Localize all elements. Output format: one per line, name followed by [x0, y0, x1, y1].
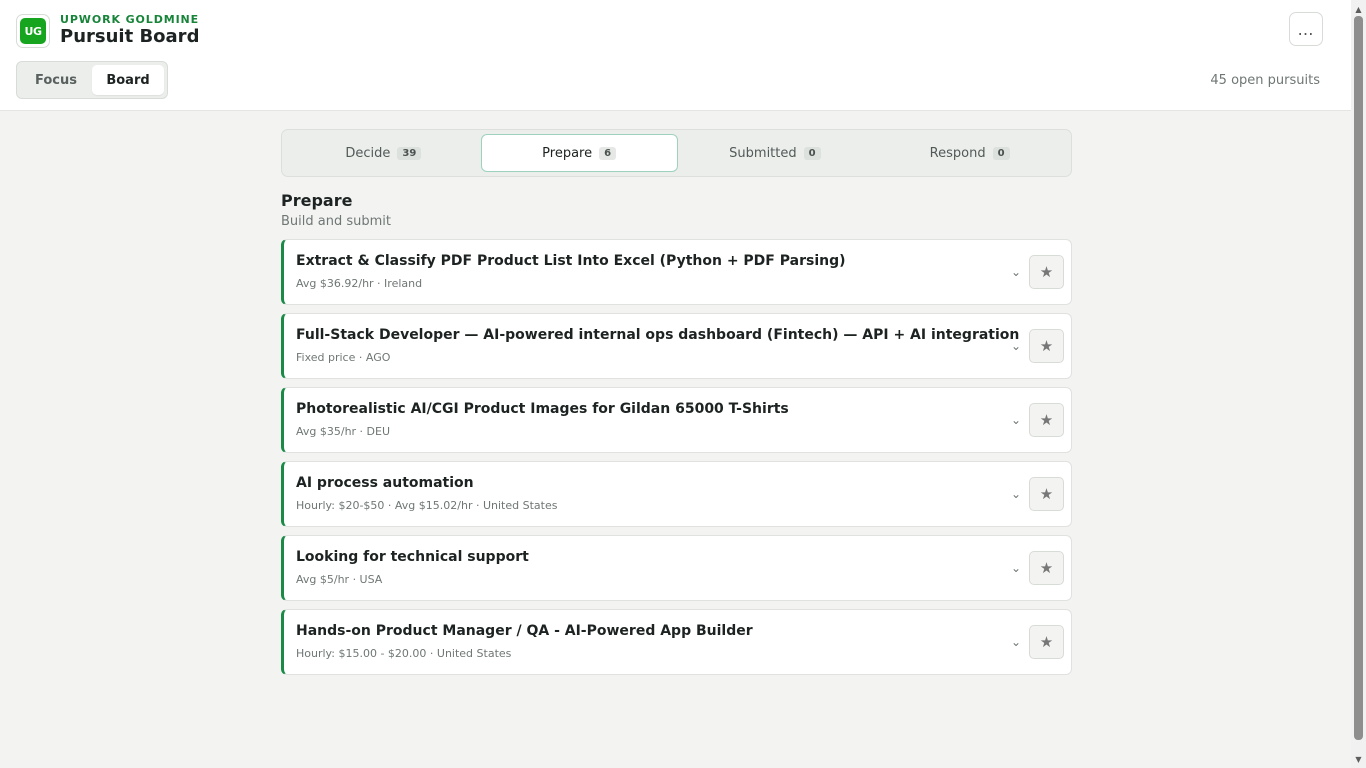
open-pursuits-count: 45 open pursuits — [1210, 73, 1320, 88]
pursuit-title: Full-Stack Developer — AI-powered intern… — [296, 327, 1020, 343]
star-icon: ★ — [1039, 485, 1054, 503]
pursuit-title: AI process automation — [296, 475, 474, 491]
tab-label: Respond — [929, 145, 986, 161]
more-icon: … — [1297, 19, 1315, 39]
logo-mark: UG — [20, 18, 46, 44]
app-header: UG UPWORK GOLDMINE Pursuit Board … Focus… — [0, 0, 1351, 111]
pursuit-card[interactable]: Looking for technical support Avg $5/hr … — [281, 535, 1072, 601]
chevron-down-icon[interactable]: ⌄ — [1010, 412, 1022, 428]
scroll-down-arrow-icon[interactable]: ▼ — [1351, 752, 1366, 766]
tab-decide[interactable]: Decide 39 — [286, 134, 481, 172]
more-options-button[interactable]: … — [1289, 12, 1323, 46]
view-toggle: Focus Board — [16, 61, 168, 99]
chevron-down-icon[interactable]: ⌄ — [1010, 486, 1022, 502]
pursuit-title: Looking for technical support — [296, 549, 529, 565]
tab-label: Decide — [345, 145, 391, 161]
pursuit-meta: Avg $5/hr · USA — [296, 573, 383, 586]
star-button[interactable]: ★ — [1029, 255, 1064, 289]
chevron-down-icon[interactable]: ⌄ — [1010, 338, 1022, 354]
tab-label: Submitted — [729, 145, 797, 161]
pursuit-meta: Avg $35/hr · DEU — [296, 425, 391, 438]
star-icon: ★ — [1039, 411, 1054, 429]
page-title: Pursuit Board — [60, 26, 200, 47]
pursuit-title: Photorealistic AI/CGI Product Images for… — [296, 401, 789, 417]
tab-count-badge: 6 — [599, 146, 617, 160]
pursuit-card[interactable]: AI process automation Hourly: $20-$50 · … — [281, 461, 1072, 527]
star-button[interactable]: ★ — [1029, 477, 1064, 511]
tab-submitted[interactable]: Submitted 0 — [678, 134, 873, 172]
vertical-scrollbar[interactable]: ▲ ▼ — [1351, 0, 1366, 768]
chevron-down-icon[interactable]: ⌄ — [1010, 264, 1022, 280]
star-button[interactable]: ★ — [1029, 403, 1064, 437]
view-focus-button[interactable]: Focus — [20, 65, 92, 95]
tab-count-badge: 0 — [992, 146, 1010, 160]
star-button[interactable]: ★ — [1029, 329, 1064, 363]
star-button[interactable]: ★ — [1029, 625, 1064, 659]
pursuit-meta: Hourly: $20-$50 · Avg $15.02/hr · United… — [296, 499, 558, 512]
tab-label: Prepare — [542, 145, 593, 161]
tab-count-badge: 0 — [803, 146, 821, 160]
tab-respond[interactable]: Respond 0 — [872, 134, 1067, 172]
star-icon: ★ — [1039, 337, 1054, 355]
pursuit-title: Hands-on Product Manager / QA - AI-Power… — [296, 623, 753, 639]
star-icon: ★ — [1039, 263, 1054, 281]
stage-tabs: Decide 39 Prepare 6 Submitted 0 Respond … — [281, 129, 1072, 177]
star-button[interactable]: ★ — [1029, 551, 1064, 585]
pursuit-card[interactable]: Hands-on Product Manager / QA - AI-Power… — [281, 609, 1072, 675]
pursuit-meta: Avg $36.92/hr · Ireland — [296, 277, 423, 290]
pursuit-list: Extract & Classify PDF Product List Into… — [281, 239, 1072, 683]
scroll-up-arrow-icon[interactable]: ▲ — [1351, 2, 1366, 16]
tab-prepare[interactable]: Prepare 6 — [480, 134, 678, 172]
app-logo: UG — [16, 14, 50, 48]
star-icon: ★ — [1039, 559, 1054, 577]
chevron-down-icon[interactable]: ⌄ — [1010, 634, 1022, 650]
section-title: Prepare — [281, 191, 353, 210]
pursuit-title: Extract & Classify PDF Product List Into… — [296, 253, 846, 269]
star-icon: ★ — [1039, 633, 1054, 651]
pursuit-meta: Fixed price · AGO — [296, 351, 391, 364]
scroll-thumb[interactable] — [1354, 16, 1363, 740]
pursuit-card[interactable]: Extract & Classify PDF Product List Into… — [281, 239, 1072, 305]
pursuit-card[interactable]: Full-Stack Developer — AI-powered intern… — [281, 313, 1072, 379]
pursuit-card[interactable]: Photorealistic AI/CGI Product Images for… — [281, 387, 1072, 453]
brand-name: UPWORK GOLDMINE — [60, 13, 200, 26]
chevron-down-icon[interactable]: ⌄ — [1010, 560, 1022, 576]
pursuit-board-page: UG UPWORK GOLDMINE Pursuit Board … Focus… — [0, 0, 1366, 768]
pursuit-meta: Hourly: $15.00 - $20.00 · United States — [296, 647, 512, 660]
tab-count-badge: 39 — [397, 146, 422, 160]
section-subtitle: Build and submit — [281, 214, 391, 229]
view-board-button[interactable]: Board — [92, 65, 164, 95]
